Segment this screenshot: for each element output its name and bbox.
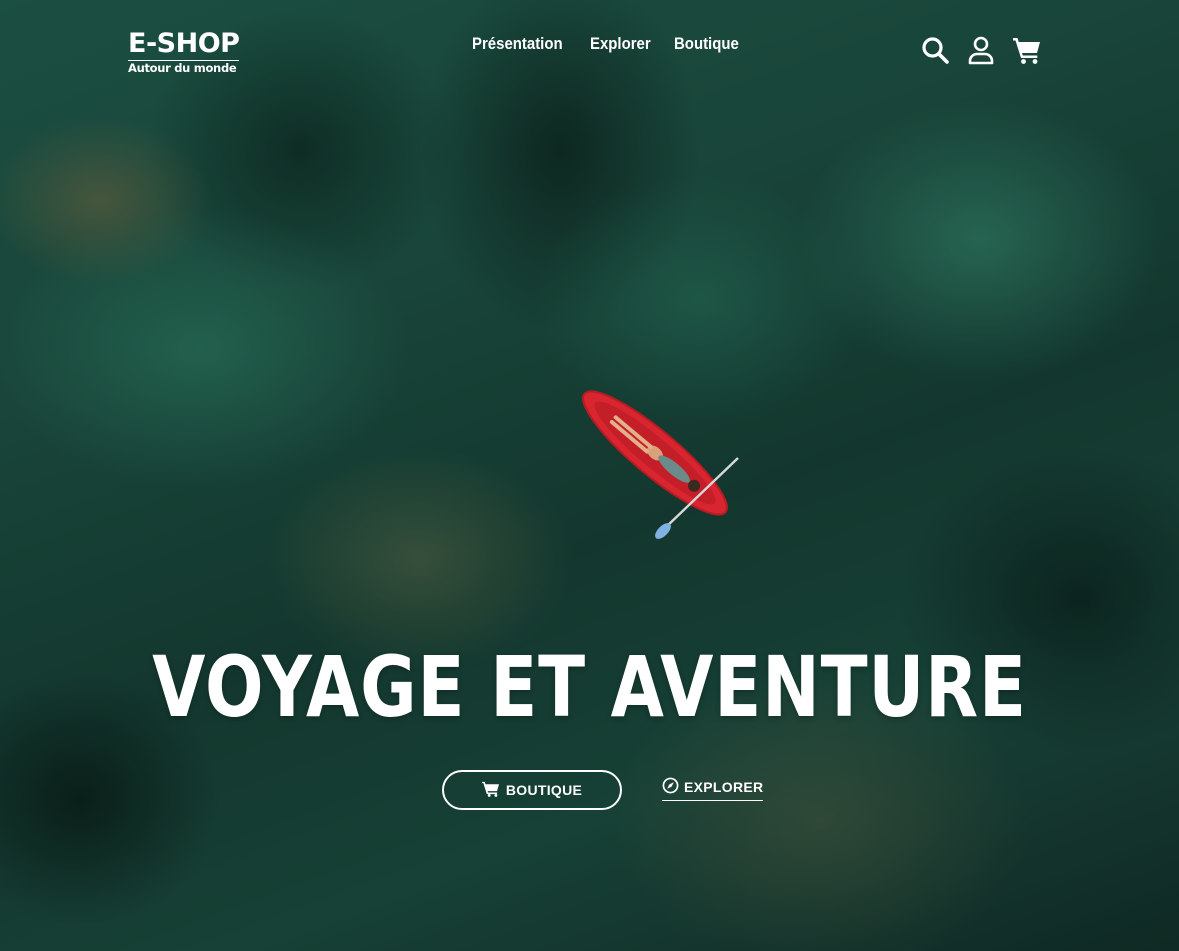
compass-icon bbox=[662, 777, 679, 797]
paddle-board-image bbox=[560, 378, 760, 548]
logo-tagline: Autour du monde bbox=[128, 61, 237, 75]
cart-icon bbox=[481, 781, 500, 800]
boutique-button[interactable]: BOUTIQUE bbox=[442, 770, 622, 810]
logo-title: E-SHOP bbox=[128, 28, 240, 61]
nav-item-explorer[interactable]: Explorer bbox=[590, 34, 651, 54]
boutique-button-label: BOUTIQUE bbox=[505, 782, 583, 798]
user-icon[interactable] bbox=[966, 35, 996, 65]
cart-icon[interactable] bbox=[1012, 35, 1042, 65]
nav-item-presentation[interactable]: Présentation bbox=[472, 34, 563, 54]
logo[interactable]: E-SHOP Autour du monde bbox=[128, 28, 240, 75]
nav-item-boutique[interactable]: Boutique bbox=[674, 34, 739, 54]
hero-section: E-SHOP Autour du monde Présentation Expl… bbox=[0, 0, 1179, 951]
main-nav: Présentation Explorer Boutique bbox=[472, 34, 740, 54]
search-icon[interactable] bbox=[920, 35, 950, 65]
hero-actions: BOUTIQUE EXPLORER bbox=[442, 770, 764, 810]
explorer-link[interactable]: EXPLORER bbox=[662, 777, 764, 801]
explorer-link-label: EXPLORER bbox=[684, 779, 764, 795]
hero-title: VOYAGE ET AVENTURE bbox=[152, 638, 1027, 736]
header-actions bbox=[920, 35, 1042, 65]
